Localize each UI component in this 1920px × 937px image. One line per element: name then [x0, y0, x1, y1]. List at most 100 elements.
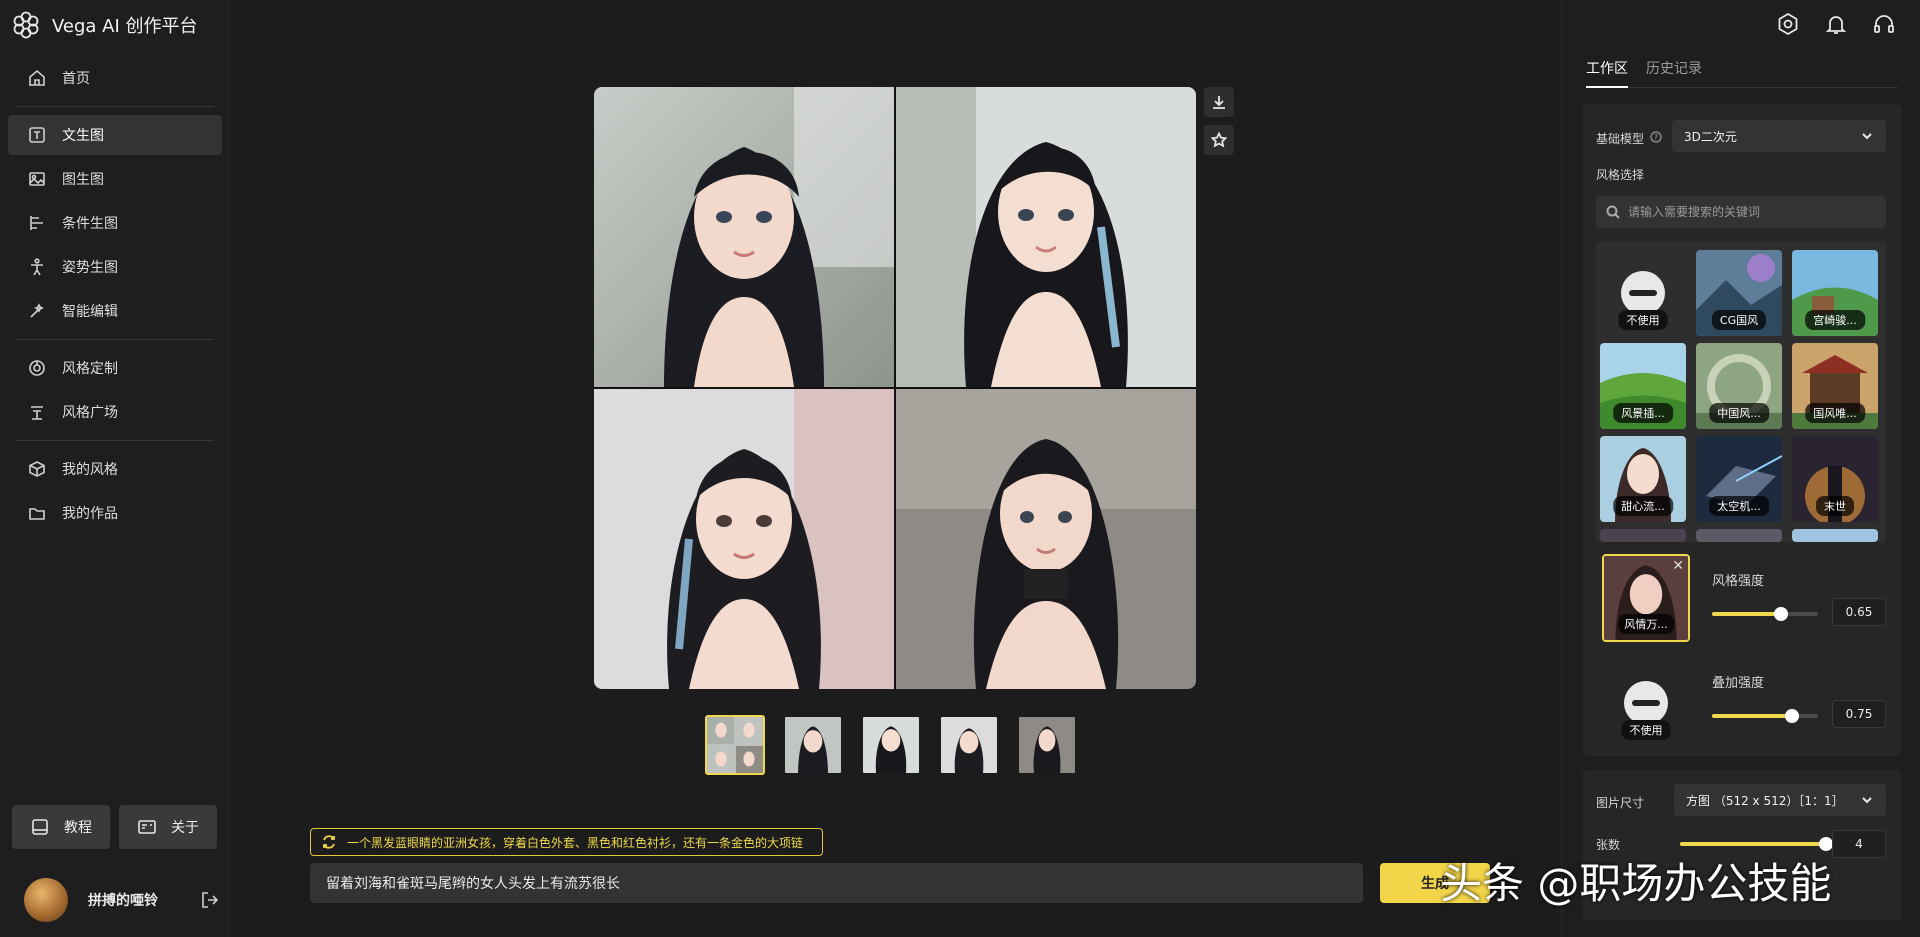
- style-strength-value[interactable]: 0.65: [1832, 598, 1886, 626]
- download-button[interactable]: [1204, 87, 1234, 117]
- style-tile-partial[interactable]: [1696, 529, 1782, 542]
- style-tile-landscape[interactable]: 风景插...: [1600, 343, 1686, 429]
- selected-style-tile[interactable]: 风情万... ✕: [1602, 554, 1690, 642]
- nav-item-my-works[interactable]: 我的作品: [8, 493, 222, 533]
- tab-workspace[interactable]: 工作区: [1586, 58, 1628, 88]
- suggestion-text: 一个黑发蓝眼睛的亚洲女孩，穿着白色外套、黑色和红色衬衫，还有一条金色的大项链: [347, 835, 804, 850]
- nav-item-label: 首页: [62, 71, 90, 87]
- nav-item-label: 风格定制: [62, 361, 118, 377]
- style-tile-none[interactable]: 不使用: [1600, 250, 1686, 336]
- image-size-select[interactable]: 方图 （512 x 512）［1：1］: [1674, 784, 1886, 816]
- logout-icon[interactable]: [200, 890, 220, 910]
- style-tile-label: 风景插...: [1613, 403, 1673, 423]
- tab-history[interactable]: 历史记录: [1646, 58, 1702, 88]
- grid-thumbnail-image: [707, 717, 763, 773]
- generated-image-4[interactable]: [896, 389, 1196, 689]
- prompt-input[interactable]: [310, 863, 1363, 903]
- thumbnail-image: [1019, 717, 1075, 773]
- style-search[interactable]: [1596, 196, 1886, 228]
- headset-icon[interactable]: [1872, 12, 1896, 36]
- slider-knob[interactable]: [1819, 837, 1833, 851]
- search-icon: [1606, 205, 1620, 219]
- style-tile-label: 宫崎骏...: [1805, 310, 1865, 330]
- prompt-suggestion[interactable]: 一个黑发蓝眼睛的亚洲女孩，穿着白色外套、黑色和红色衬衫，还有一条金色的大项链: [310, 828, 823, 856]
- style-tile-apocalypse[interactable]: 末世: [1792, 436, 1878, 522]
- style-custom-icon: [29, 360, 45, 376]
- nav-item-style-square[interactable]: 风格广场: [8, 392, 222, 432]
- nav-item-label: 我的作品: [62, 506, 118, 522]
- slider-fill: [1712, 714, 1792, 718]
- thumbnail-4[interactable]: [1017, 715, 1077, 775]
- style-tile-partial[interactable]: [1600, 529, 1686, 542]
- nav-item-my-style[interactable]: 我的风格: [8, 449, 222, 489]
- thumbnail-3[interactable]: [939, 715, 999, 775]
- slider-fill: [1680, 842, 1826, 846]
- settings-icon[interactable]: [1776, 12, 1800, 36]
- about-button[interactable]: 关于: [119, 805, 217, 849]
- style-tile-sweet[interactable]: 甜心流...: [1600, 436, 1686, 522]
- nav-item-magic-edit[interactable]: 智能编辑: [8, 291, 222, 331]
- my-works-icon: [29, 508, 45, 520]
- image-size-value: 方图 （512 x 512）［1：1］: [1686, 793, 1844, 808]
- nav-item-label: 文生图: [62, 128, 104, 144]
- help-icon[interactable]: ?: [1650, 131, 1662, 143]
- portrait-image: [594, 87, 894, 387]
- avatar[interactable]: [24, 878, 68, 922]
- base-model-select[interactable]: 3D二次元: [1672, 120, 1886, 152]
- watermark: 头条 @职场办公技能: [1440, 859, 1832, 908]
- nav-divider: [16, 106, 214, 107]
- sidebar-nav: 首页 文生图 图生图 条件生图 姿势生图 智能编辑 风格定制 风格广场 我的风格…: [8, 58, 222, 537]
- count-slider[interactable]: [1680, 837, 1833, 851]
- generated-image-3[interactable]: [594, 389, 894, 689]
- chevron-down-icon: [1862, 797, 1872, 804]
- count-value[interactable]: 4: [1832, 830, 1886, 858]
- thumbnail-1[interactable]: [783, 715, 843, 775]
- thumbnail-2[interactable]: [861, 715, 921, 775]
- nav-item-label: 我的风格: [62, 462, 118, 478]
- style-tile-partial[interactable]: [1792, 529, 1878, 542]
- nav-item-pose[interactable]: 姿势生图: [8, 247, 222, 287]
- thumbnail-grid[interactable]: [705, 715, 765, 775]
- svg-text:?: ?: [1654, 133, 1658, 142]
- generated-image-1[interactable]: [594, 87, 894, 387]
- favorite-button[interactable]: [1204, 125, 1234, 155]
- nav-item-condition[interactable]: 条件生图: [8, 203, 222, 243]
- generated-image-preview[interactable]: [594, 87, 1196, 689]
- generated-image-2[interactable]: [896, 87, 1196, 387]
- portrait-image: [594, 389, 894, 689]
- style-tile-cg-guofeng[interactable]: CG国风: [1696, 250, 1782, 336]
- overlay-strength-slider[interactable]: [1712, 709, 1818, 723]
- download-icon: [1213, 96, 1225, 109]
- close-icon[interactable]: ✕: [1672, 558, 1684, 574]
- style-strength-slider[interactable]: [1712, 607, 1818, 621]
- base-model-value: 3D二次元: [1684, 129, 1737, 144]
- portrait-image: [896, 87, 1196, 387]
- style-preview-image: [1696, 529, 1782, 542]
- nav-divider: [16, 440, 214, 441]
- tutorial-button[interactable]: 教程: [12, 805, 110, 849]
- nav-item-text-to-image[interactable]: 文生图: [8, 115, 222, 155]
- bell-icon[interactable]: [1824, 12, 1848, 36]
- magic-edit-icon: [30, 303, 44, 318]
- style-tile-chinese[interactable]: 中国风...: [1696, 343, 1782, 429]
- slider-knob[interactable]: [1773, 607, 1788, 621]
- overlay-strength-value[interactable]: 0.75: [1832, 700, 1886, 728]
- home-icon: [29, 69, 45, 86]
- slider-knob[interactable]: [1784, 709, 1799, 723]
- nav-item-home[interactable]: 首页: [8, 58, 222, 98]
- style-search-input[interactable]: [1628, 205, 1868, 219]
- nav-item-style-custom[interactable]: 风格定制: [8, 348, 222, 388]
- thumbnail-strip: [705, 715, 1077, 775]
- overlay-style-none[interactable]: 不使用: [1603, 660, 1689, 746]
- thumbnail-image: [941, 717, 997, 773]
- style-tile-guofeng-aesthetic[interactable]: 国风唯...: [1792, 343, 1878, 429]
- style-tile-label: CG国风: [1711, 310, 1767, 330]
- nav-item-image-to-image[interactable]: 图生图: [8, 159, 222, 199]
- base-model-label: 基础模型: [1596, 132, 1645, 146]
- top-toolbar: [1776, 12, 1896, 36]
- style-square-icon: [31, 406, 43, 420]
- selected-style-label: 风情万...: [1618, 614, 1674, 634]
- style-tile-space-mecha[interactable]: 太空机...: [1696, 436, 1782, 522]
- text-to-image-icon: [29, 127, 45, 143]
- style-tile-miyazaki[interactable]: 宫崎骏...: [1792, 250, 1878, 336]
